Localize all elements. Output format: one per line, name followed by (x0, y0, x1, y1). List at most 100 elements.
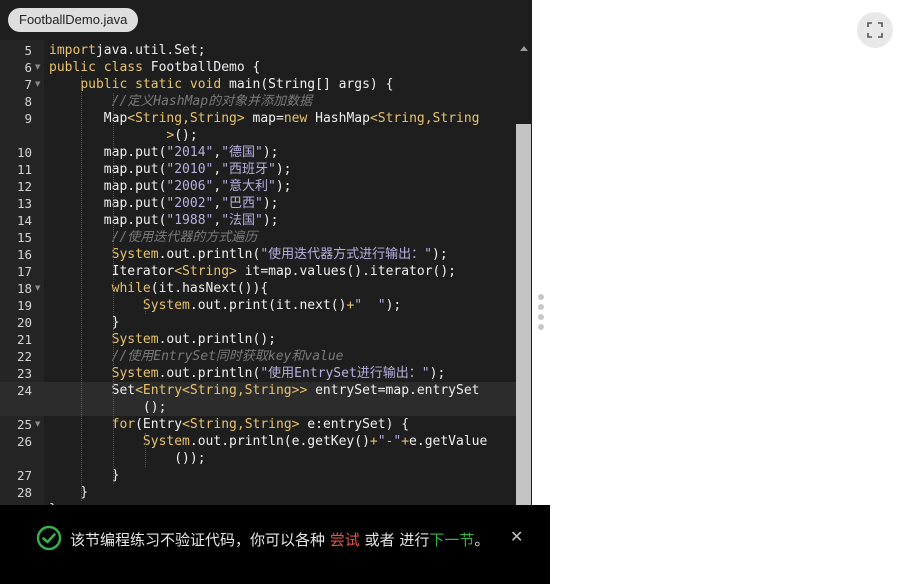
code-line[interactable]: 8 //定义HashMap的对象并添加数据 (0, 93, 516, 110)
code-line[interactable]: 14 map.put("1988","法国"); (0, 212, 516, 229)
code-text: } (49, 315, 120, 330)
line-number: 16 (16, 247, 32, 262)
code-text: ()); (49, 451, 206, 466)
code-text: //使用EntrySet同时获取key和value (111, 349, 344, 364)
scrollbar-thumb[interactable] (516, 124, 531, 510)
code-line[interactable]: 18 ▼ while(it.hasNext()){ (0, 280, 516, 297)
resize-handle[interactable] (537, 294, 545, 334)
line-number: 7 (24, 77, 32, 92)
code-text: public static void main(String[] args) { (80, 77, 394, 92)
line-number: 23 (16, 366, 32, 381)
line-number: 26 (16, 434, 32, 449)
line-number: 21 (16, 332, 32, 347)
fold-arrow-icon[interactable]: ▼ (35, 76, 40, 93)
line-number: 6 (24, 60, 32, 75)
indent-guide (81, 76, 82, 501)
line-number: 9 (24, 111, 32, 126)
fullscreen-button[interactable] (857, 12, 893, 48)
code-line[interactable]: 23 System.out.println("使用EntrySet进行输出：")… (0, 365, 516, 382)
code-text: map.put("2006","意大利"); (49, 179, 292, 194)
code-line[interactable]: 12 map.put("2006","意大利"); (0, 178, 516, 195)
code-line[interactable]: 25 ▼ for(Entry<String,String> e:entrySet)… (0, 416, 516, 433)
code-text: for(Entry<String,String> e:entrySet) { (111, 417, 410, 432)
code-text: System.out.println("使用迭代器方式进行输出："); (111, 247, 448, 262)
code-line[interactable]: 10 map.put("2014","德国"); (0, 144, 516, 161)
line-number: 5 (24, 43, 32, 58)
line-number: 27 (16, 468, 32, 483)
line-number: 19 (16, 298, 32, 313)
line-number: 24 (16, 383, 32, 398)
code-text: importjava.util.Set; (49, 43, 206, 58)
file-tab[interactable]: FootballDemo.java (8, 8, 139, 32)
code-text: System.out.println(); (111, 332, 276, 347)
indent-guide (145, 433, 146, 467)
handle-dot (538, 324, 544, 330)
code-area[interactable]: 5 importjava.util.Set; 6 ▼ public class Foot… (0, 40, 516, 517)
code-text: System.out.println(e.getKey()+"-"+e.getV… (142, 434, 488, 449)
code-line[interactable]: 27 } (0, 467, 516, 484)
code-line[interactable]: 24 Set<Entry<String,String>> entrySet=ma… (0, 382, 516, 399)
line-number: 20 (16, 315, 32, 330)
code-text: map.put("2002","巴西"); (49, 196, 279, 211)
code-text: public class FootballDemo { (49, 60, 261, 75)
handle-dot (538, 304, 544, 310)
next-section-link[interactable]: 下一节 (429, 531, 474, 549)
code-line[interactable]: 16 System.out.println("使用迭代器方式进行输出："); (0, 246, 516, 263)
line-number: 15 (16, 230, 32, 245)
code-line[interactable]: 28 } (0, 484, 516, 501)
code-line[interactable]: 22 //使用EntrySet同时获取key和value (0, 348, 516, 365)
code-editor[interactable]: FootballDemo.java 5 importjava.util.Set; 6… (0, 0, 532, 584)
code-line[interactable]: 21 System.out.println(); (0, 331, 516, 348)
code-line[interactable]: 11 map.put("2010","西班牙"); (0, 161, 516, 178)
notice-message: 该节编程练习不验证代码，你可以各种 尝试 或者 进行下一节。 (36, 526, 496, 555)
code-line[interactable]: 26 System.out.println(e.getKey()+"-"+e.g… (0, 433, 516, 450)
code-text: >(); (166, 128, 198, 143)
close-button[interactable]: ✕ (510, 527, 523, 547)
code-text: System.out.print(it.next()+" "); (142, 298, 402, 313)
handle-dot (538, 314, 544, 320)
code-text: //定义HashMap的对象并添加数据 (111, 94, 313, 109)
line-number: 18 (16, 281, 32, 296)
close-icon: ✕ (510, 527, 524, 546)
code-text: } (49, 485, 89, 500)
line-number: 28 (16, 485, 32, 500)
code-line[interactable]: 15 //使用迭代器的方式遍历 (0, 229, 516, 246)
try-link[interactable]: 尝试 (330, 531, 360, 549)
code-line[interactable]: 5 importjava.util.Set; (0, 42, 516, 59)
vertical-scrollbar[interactable] (516, 44, 532, 510)
expand-icon (867, 22, 883, 38)
code-line[interactable]: 20 } (0, 314, 516, 331)
line-number: 25 (16, 417, 32, 432)
code-line[interactable]: 6 ▼ public class FootballDemo { (0, 59, 516, 76)
code-line[interactable]: 17 Iterator<String> it=map.values().iter… (0, 263, 516, 280)
code-line[interactable]: >(); (0, 127, 516, 144)
notice-text-middle: 或者 进行 (359, 531, 430, 549)
code-text: (); (49, 400, 167, 415)
line-number: 11 (16, 162, 32, 177)
code-line[interactable]: 7 ▼ public static void main(String[] args… (0, 76, 516, 93)
code-text: Iterator<String> it=map.values().iterato… (49, 264, 457, 279)
tab-bar: FootballDemo.java (0, 0, 532, 40)
fold-arrow-icon[interactable]: ▼ (35, 280, 40, 297)
handle-dot (538, 294, 544, 300)
line-number: 12 (16, 179, 32, 194)
line-number: 22 (16, 349, 32, 364)
line-number: 8 (24, 94, 32, 109)
code-text: map.put("1988","法国"); (49, 213, 279, 228)
notice-text-end: 。 (474, 531, 490, 549)
fold-arrow-icon[interactable]: ▼ (35, 416, 40, 433)
line-number: 13 (16, 196, 32, 211)
code-line[interactable]: 19 System.out.print(it.next()+" "); (0, 297, 516, 314)
code-line[interactable]: (); (0, 399, 516, 416)
code-text: System.out.println("使用EntrySet进行输出："); (111, 366, 446, 381)
code-line[interactable]: 9 Map<String,String> map=new HashMap<Str… (0, 110, 516, 127)
code-text: } (49, 468, 120, 483)
scroll-up-arrow-icon[interactable] (520, 46, 528, 51)
notice-banner: 该节编程练习不验证代码，你可以各种 尝试 或者 进行下一节。 ✕ (0, 505, 550, 584)
code-line[interactable]: 13 map.put("2002","巴西"); (0, 195, 516, 212)
code-line[interactable]: ()); (0, 450, 516, 467)
line-number: 10 (16, 145, 32, 160)
indent-guide (145, 297, 146, 314)
fold-arrow-icon[interactable]: ▼ (35, 59, 40, 76)
indent-guide (113, 93, 114, 484)
